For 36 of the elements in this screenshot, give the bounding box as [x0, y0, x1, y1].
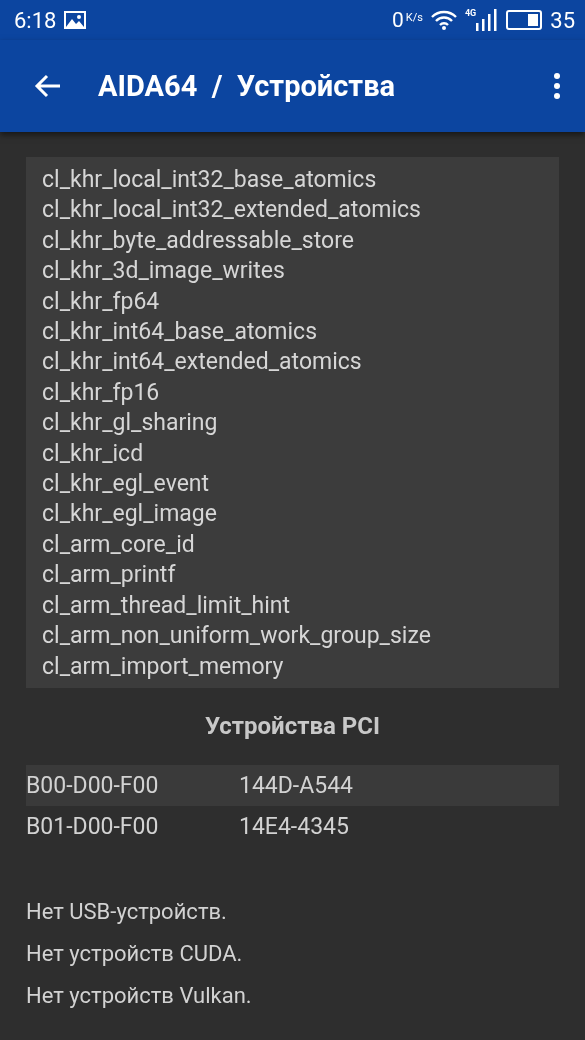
signal-icon	[476, 9, 499, 31]
network-type: 4G	[464, 8, 477, 18]
battery-percent: 35	[550, 7, 575, 33]
extension-item: cl_khr_local_int32_extended_atomics	[42, 195, 422, 226]
battery-icon	[506, 10, 543, 30]
extension-item: cl_arm_import_memory	[42, 651, 285, 682]
extension-item: cl_khr_int64_extended_atomics	[42, 347, 363, 378]
table-cell-text: B01-D00-F00	[26, 813, 160, 840]
extension-item: cl_khr_fp16	[42, 377, 161, 408]
app-title: AIDA64 / Устройства	[98, 69, 397, 103]
extension-item: cl_arm_core_id	[42, 529, 196, 560]
table-cell-text: B00-D00-F00	[26, 772, 160, 799]
table-cell: 14E4-4345	[239, 813, 349, 840]
info-text: Нет USB-устройств.	[26, 898, 228, 926]
extension-item: cl_khr_int64_base_atomics	[42, 317, 319, 348]
section-heading: Устройства PCI	[203, 712, 382, 742]
speed-unit: K/s	[405, 10, 423, 24]
extension-item: cl_arm_non_uniform_work_group_size	[42, 621, 432, 652]
extension-item: cl_khr_3d_image_writes	[42, 256, 286, 287]
extension-item: cl_khr_gl_sharing	[42, 408, 219, 439]
clock: 6:18	[14, 7, 57, 33]
extension-item: cl_khr_egl_image	[42, 499, 218, 530]
more-icon[interactable]	[553, 73, 561, 99]
extension-item: cl_arm_printf	[42, 560, 177, 591]
info-text: Нет устройств CUDA.	[26, 940, 244, 968]
extension-item: cl_khr_fp64	[42, 286, 161, 317]
extension-item: cl_arm_thread_limit_hint	[42, 590, 292, 621]
extension-item: cl_khr_egl_event	[42, 469, 211, 500]
network-speed: 0	[392, 8, 404, 32]
wifi-icon	[430, 10, 457, 30]
image-icon	[64, 11, 87, 29]
extension-item: cl_khr_byte_addressable_store	[42, 225, 355, 256]
extension-item: cl_khr_local_int32_base_atomics	[42, 165, 378, 195]
table-cell: 144D-A544	[239, 772, 353, 799]
info-text: Нет устройств Vulkan.	[26, 982, 253, 1010]
extension-item: cl_khr_icd	[42, 438, 145, 469]
